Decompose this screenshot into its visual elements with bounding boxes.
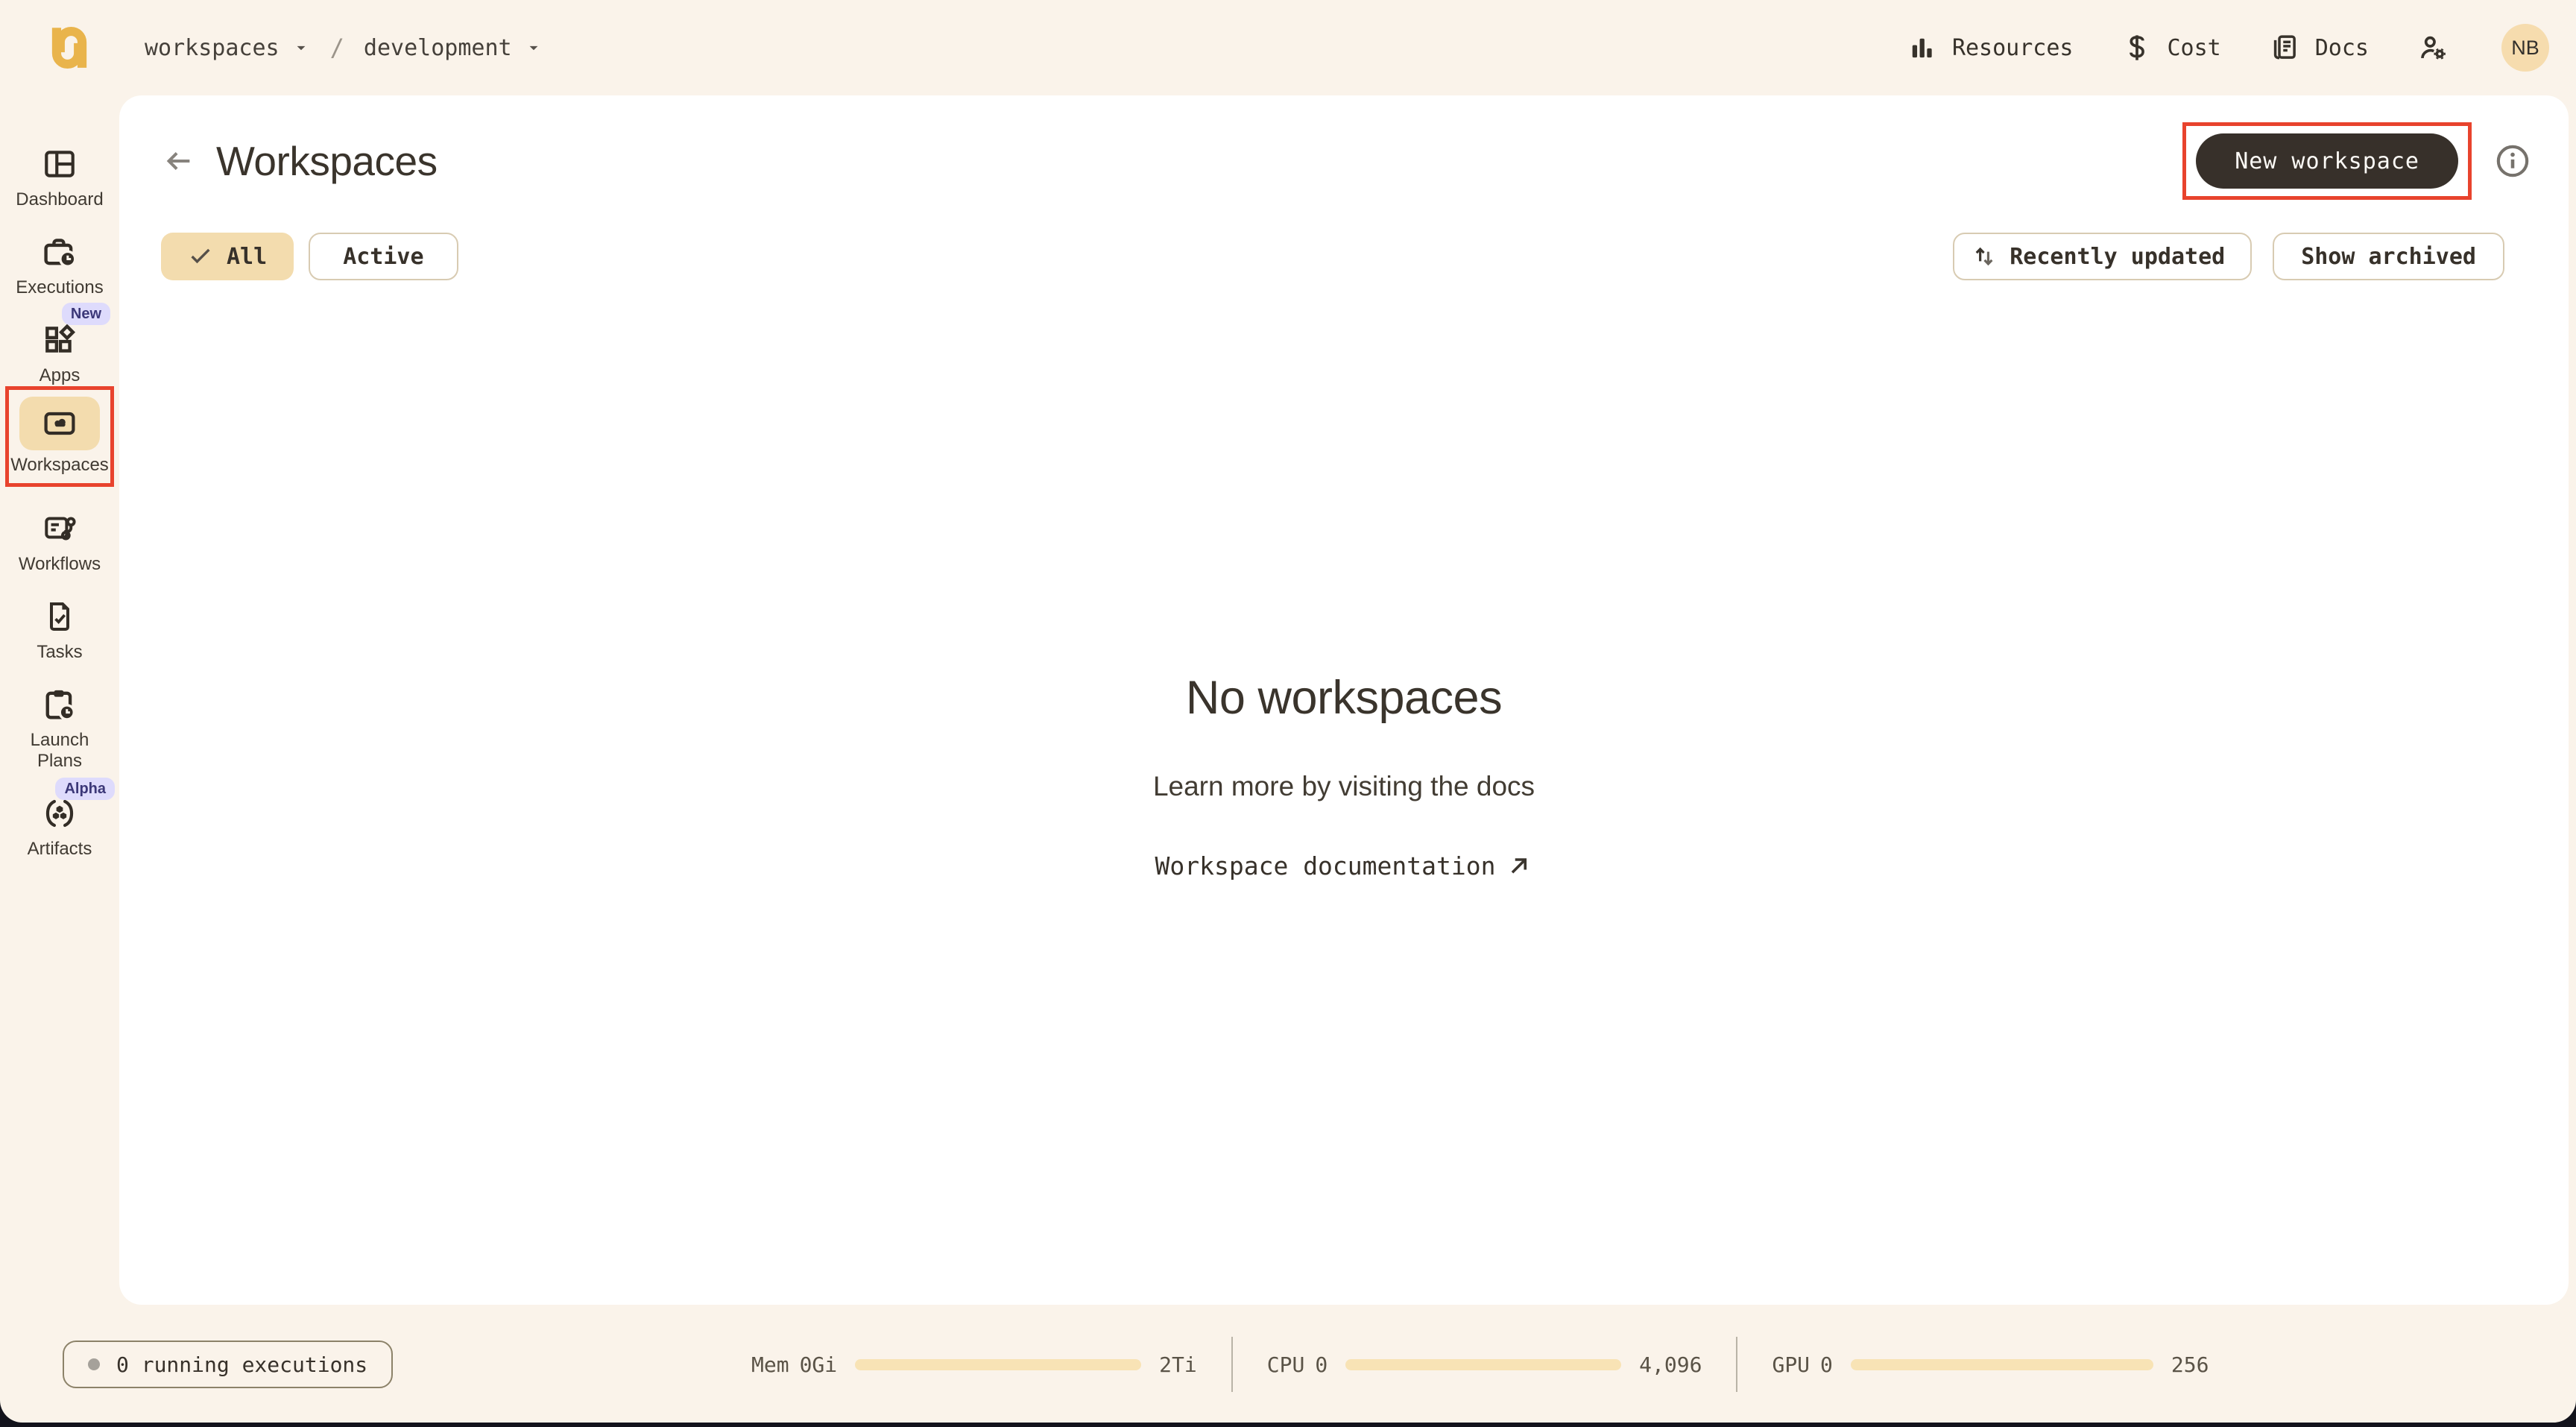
status-dot-icon [88,1358,100,1370]
annotation-box-workspaces: Workspaces [5,386,114,487]
workspace-documentation-label: Workspace documentation [1155,851,1496,881]
page-title: Workspaces [216,138,438,184]
chevron-down-icon[interactable] [524,38,543,57]
external-link-icon [1512,857,1527,874]
docs-icon [2273,35,2296,60]
sidebar-item-workspaces[interactable]: Workspaces [0,386,119,487]
breadcrumb-separator: / [329,34,344,62]
statusbar-divider [1231,1337,1233,1392]
sidebar-item-label: Workspaces [10,455,109,475]
filter-all-label: All [227,243,268,270]
cpu-meter: CPU 0 4,096 [1267,1352,1702,1377]
user-gear-icon [2421,36,2446,60]
resource-meters: Mem 0Gi 2Ti CPU 0 4,096 GPU 0 256 [751,1337,2209,1392]
executions-icon [40,233,79,271]
new-badge: New [61,303,110,325]
apps-icon [40,321,79,359]
nav-docs[interactable]: Docs [2269,32,2369,63]
app-window: workspaces / development Resources Cost … [0,0,2576,1423]
status-bar: 0 running executions Mem 0Gi 2Ti CPU 0 4… [0,1305,2576,1423]
sidebar: Dashboard Executions New Apps Workspaces… [0,95,119,1305]
sidebar-item-label: Artifacts [27,839,92,859]
sidebar-item-artifacts[interactable]: Alpha Artifacts [0,778,119,860]
workspaces-icon [40,404,79,443]
cpu-meter-label: CPU [1266,1352,1305,1377]
filter-all-chip[interactable]: All [161,233,294,280]
cpu-meter-value: 0 [1315,1352,1328,1377]
sidebar-item-launch-plans[interactable]: Launch Plans [0,685,119,772]
tasks-icon [40,597,79,636]
page-header: Workspaces New workspace [119,95,2569,200]
main-panel: Workspaces New workspace All Active Rece… [119,95,2569,1305]
info-button[interactable] [2494,142,2531,180]
statusbar-divider [1736,1337,1738,1392]
nav-docs-label: Docs [2314,34,2369,61]
sidebar-item-label: Workflows [18,554,101,574]
sidebar-item-tasks[interactable]: Tasks [0,597,119,663]
nav-resources-label: Resources [1951,34,2074,61]
avatar-initials: NB [2511,36,2539,59]
info-icon [2496,145,2529,177]
empty-state: No workspaces Learn more by visiting the… [119,671,2569,881]
gpu-meter-max: 256 [2171,1352,2209,1377]
empty-state-title: No workspaces [1185,672,1503,724]
sidebar-item-label: Apps [39,365,80,385]
empty-state-subtitle: Learn more by visiting the docs [1152,771,1535,801]
cpu-meter-max: 4,096 [1639,1352,1702,1377]
running-executions-pill[interactable]: 0 running executions [63,1341,394,1388]
dollar-icon [2129,35,2144,60]
breadcrumb: workspaces / development [145,34,543,62]
nav-cost-label: Cost [2167,34,2221,61]
sort-button[interactable]: Recently updated [1953,233,2253,280]
running-executions-label: 0 running executions [116,1352,368,1377]
alpha-badge: Alpha [55,778,115,800]
breadcrumb-domain[interactable]: development [364,35,512,61]
nav-cost[interactable]: Cost [2121,32,2221,63]
sidebar-item-label: Tasks [37,642,83,662]
avatar[interactable]: NB [2501,24,2549,72]
new-workspace-button[interactable]: New workspace [2196,133,2458,189]
chevron-down-icon[interactable] [291,38,311,57]
sort-arrows-icon [1975,247,1993,266]
back-button[interactable] [161,143,197,179]
sidebar-item-label: Executions [16,277,104,297]
cpu-meter-bar [1345,1358,1622,1370]
check-icon [191,248,210,264]
show-archived-label: Show archived [2301,243,2476,270]
user-settings-button[interactable] [2416,31,2449,64]
breadcrumb-project[interactable]: workspaces [145,35,280,61]
sidebar-item-executions[interactable]: Executions [0,233,119,298]
gpu-meter-label: GPU [1772,1352,1811,1377]
sidebar-item-label: Launch Plans [30,730,89,771]
workspace-documentation-link[interactable]: Workspace documentation [1155,851,1533,881]
sidebar-item-dashboard[interactable]: Dashboard [0,145,119,210]
active-item-highlight [19,397,100,450]
sidebar-item-apps[interactable]: New Apps [0,303,119,386]
filter-active-label: Active [343,243,424,270]
gpu-meter-value: 0 [1820,1352,1833,1377]
nav-resources[interactable]: Resources [1906,32,2074,63]
sort-button-label: Recently updated [2010,243,2226,270]
bar-chart-icon [1912,38,1932,58]
union-logo-icon[interactable] [40,19,98,77]
gpu-meter-bar [1850,1358,2153,1370]
filter-active-chip[interactable]: Active [309,233,458,280]
launch-plans-icon [40,685,79,724]
memory-meter-bar [855,1358,1142,1370]
gpu-meter: GPU 0 256 [1772,1352,2209,1377]
top-bar: workspaces / development Resources Cost … [0,0,2576,95]
dashboard-icon [40,145,79,183]
annotation-box-new-workspace: New workspace [2182,122,2472,200]
workflows-icon [40,509,79,548]
show-archived-button[interactable]: Show archived [2273,233,2504,280]
sidebar-item-workflows[interactable]: Workflows [0,509,119,575]
filter-toolbar: All Active Recently updated Show archive… [119,233,2569,280]
top-nav: Resources Cost Docs NB [1906,24,2549,72]
memory-meter-max: 2Ti [1159,1352,1197,1377]
back-arrow-icon [166,152,190,170]
sidebar-item-label: Dashboard [16,189,104,210]
memory-meter: Mem 0Gi 2Ti [751,1352,1197,1377]
memory-meter-label: Mem [751,1352,789,1377]
memory-meter-value: 0Gi [799,1352,838,1377]
